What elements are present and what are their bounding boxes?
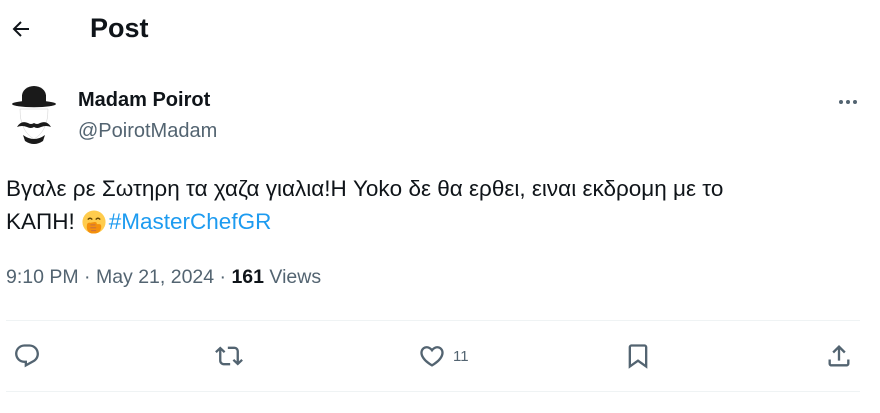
avatar[interactable]: [11, 85, 57, 147]
retweet-button[interactable]: [214, 340, 244, 372]
tweet-meta: 9:10 PM · May 21, 2024 · 161 Views: [6, 266, 321, 289]
author-handle[interactable]: @PoirotMadam: [78, 120, 217, 143]
bowler-hat-mustache-avatar: [12, 86, 56, 144]
tweet-text-line-2: ΚΑΠΗ! #MasterChefGR: [6, 205, 866, 238]
page-title: Post: [90, 13, 149, 43]
face-with-hand-over-mouth-emoji: [82, 210, 106, 234]
post-header: Post: [0, 0, 880, 58]
tweet-text: Βγαλε ρε Σωτηρη τα χαζα γιαλια!Η Yoko δε…: [6, 172, 866, 238]
timestamp[interactable]: 9:10 PM · May 21, 2024 ·: [6, 266, 231, 288]
more-options-button[interactable]: [834, 90, 862, 114]
bookmark-button[interactable]: [624, 340, 652, 372]
share-button[interactable]: [825, 340, 853, 372]
like-count: 11: [453, 347, 469, 365]
retweet-icon: [215, 346, 243, 366]
back-button[interactable]: [6, 14, 36, 44]
arrow-left-icon: [12, 21, 29, 37]
tweet-text-segment: ΚΑΠΗ!: [6, 209, 75, 234]
views-count: 161: [231, 266, 264, 288]
like-button[interactable]: 11: [418, 340, 469, 372]
heart-icon: [420, 346, 444, 367]
divider: [6, 320, 860, 321]
share-icon: [828, 345, 850, 367]
reply-button[interactable]: [13, 340, 41, 372]
author-name[interactable]: Madam Poirot: [78, 89, 210, 112]
tweet-text-line-1: Βγαλε ρε Σωτηρη τα χαζα γιαλια!Η Yoko δε…: [6, 176, 724, 201]
views-label: Views: [264, 266, 322, 288]
divider: [6, 391, 860, 392]
hashtag-link[interactable]: #MasterChefGR: [109, 209, 272, 234]
bookmark-icon: [628, 344, 648, 369]
more-horizontal-icon: [839, 100, 857, 104]
reply-icon: [15, 344, 39, 368]
